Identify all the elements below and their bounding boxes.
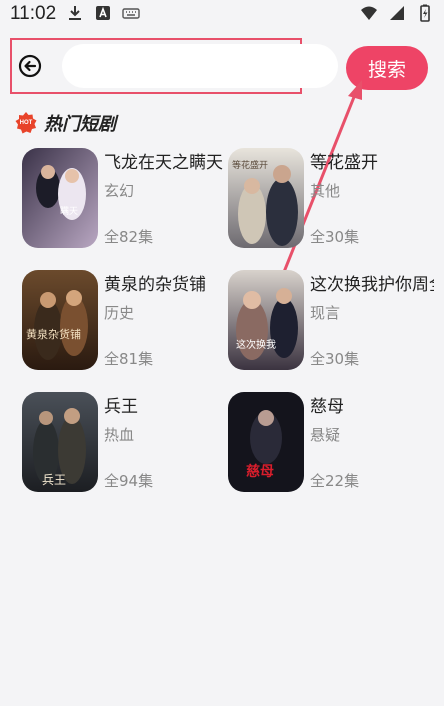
poster-image[interactable]: 兵王: [22, 392, 98, 492]
drama-episodes: 全30集: [310, 228, 360, 246]
search-bar: 搜索: [0, 34, 444, 100]
poster-image[interactable]: 慈母: [228, 392, 304, 492]
drama-card[interactable]: 慈母 慈母 悬疑 全22集: [228, 392, 434, 492]
hot-badge-icon: HOT: [14, 111, 38, 135]
poster-text: 兵王: [42, 473, 66, 487]
poster-image[interactable]: 这次换我: [228, 270, 304, 370]
status-right-icons: [360, 4, 434, 22]
poster-text: 慈母: [246, 463, 274, 480]
poster-image[interactable]: 瞒天: [22, 148, 98, 248]
hot-badge-label: HOT: [19, 120, 33, 126]
poster-text: 瞒天: [60, 206, 78, 217]
drama-title: 这次换我护你周全: [310, 275, 434, 295]
section-title: 热门短剧: [44, 114, 116, 135]
status-time: 11:02: [10, 3, 57, 24]
drama-title: 飞龙在天之瞒天: [104, 153, 223, 173]
drama-title: 等花盛开: [310, 153, 378, 173]
drama-genre: 现言: [310, 304, 341, 322]
drama-episodes: 全22集: [310, 472, 360, 490]
download-icon: [66, 4, 84, 22]
drama-episodes: 全82集: [104, 228, 154, 246]
drama-genre: 其他: [310, 182, 341, 200]
poster-image[interactable]: 黄泉杂货铺: [22, 270, 98, 370]
battery-icon: [416, 4, 434, 22]
wifi-icon: [360, 4, 378, 22]
drama-episodes: 全81集: [104, 350, 154, 368]
drama-card[interactable]: 这次换我 这次换我护你周全 现言 全30集: [228, 270, 434, 370]
drama-card[interactable]: 兵王 兵王 热血 全94集: [22, 392, 228, 492]
signal-icon: [388, 4, 406, 22]
drama-title: 慈母: [310, 397, 344, 417]
back-arrow-icon[interactable]: [18, 54, 42, 78]
status-left-icons: [66, 4, 140, 22]
drama-title: 黄泉的杂货铺: [104, 275, 206, 295]
drama-genre: 历史: [104, 304, 135, 322]
drama-genre: 玄幻: [104, 182, 135, 200]
poster-text: 黄泉杂货铺: [26, 327, 81, 341]
poster-text: 这次换我: [236, 338, 276, 351]
drama-title: 兵王: [104, 397, 138, 417]
keyboard-icon: [122, 4, 140, 22]
drama-episodes: 全30集: [310, 350, 360, 368]
text-a-icon: [94, 4, 112, 22]
status-bar: 11:02: [0, 0, 444, 28]
poster-text: 等花盛开: [232, 159, 268, 171]
search-input[interactable]: [62, 44, 338, 88]
drama-genre: 悬疑: [310, 426, 341, 444]
drama-card[interactable]: 黄泉杂货铺 黄泉的杂货铺 历史 全81集: [22, 270, 228, 370]
drama-episodes: 全94集: [104, 472, 154, 490]
poster-image[interactable]: 等花盛开: [228, 148, 304, 248]
drama-card[interactable]: 等花盛开 等花盛开 其他 全30集: [228, 148, 434, 248]
search-button[interactable]: 搜索: [346, 46, 428, 90]
drama-card[interactable]: 瞒天 飞龙在天之瞒天 玄幻 全82集: [22, 148, 228, 248]
section-header: HOT 热门短剧: [14, 110, 116, 136]
drama-genre: 热血: [104, 426, 135, 444]
